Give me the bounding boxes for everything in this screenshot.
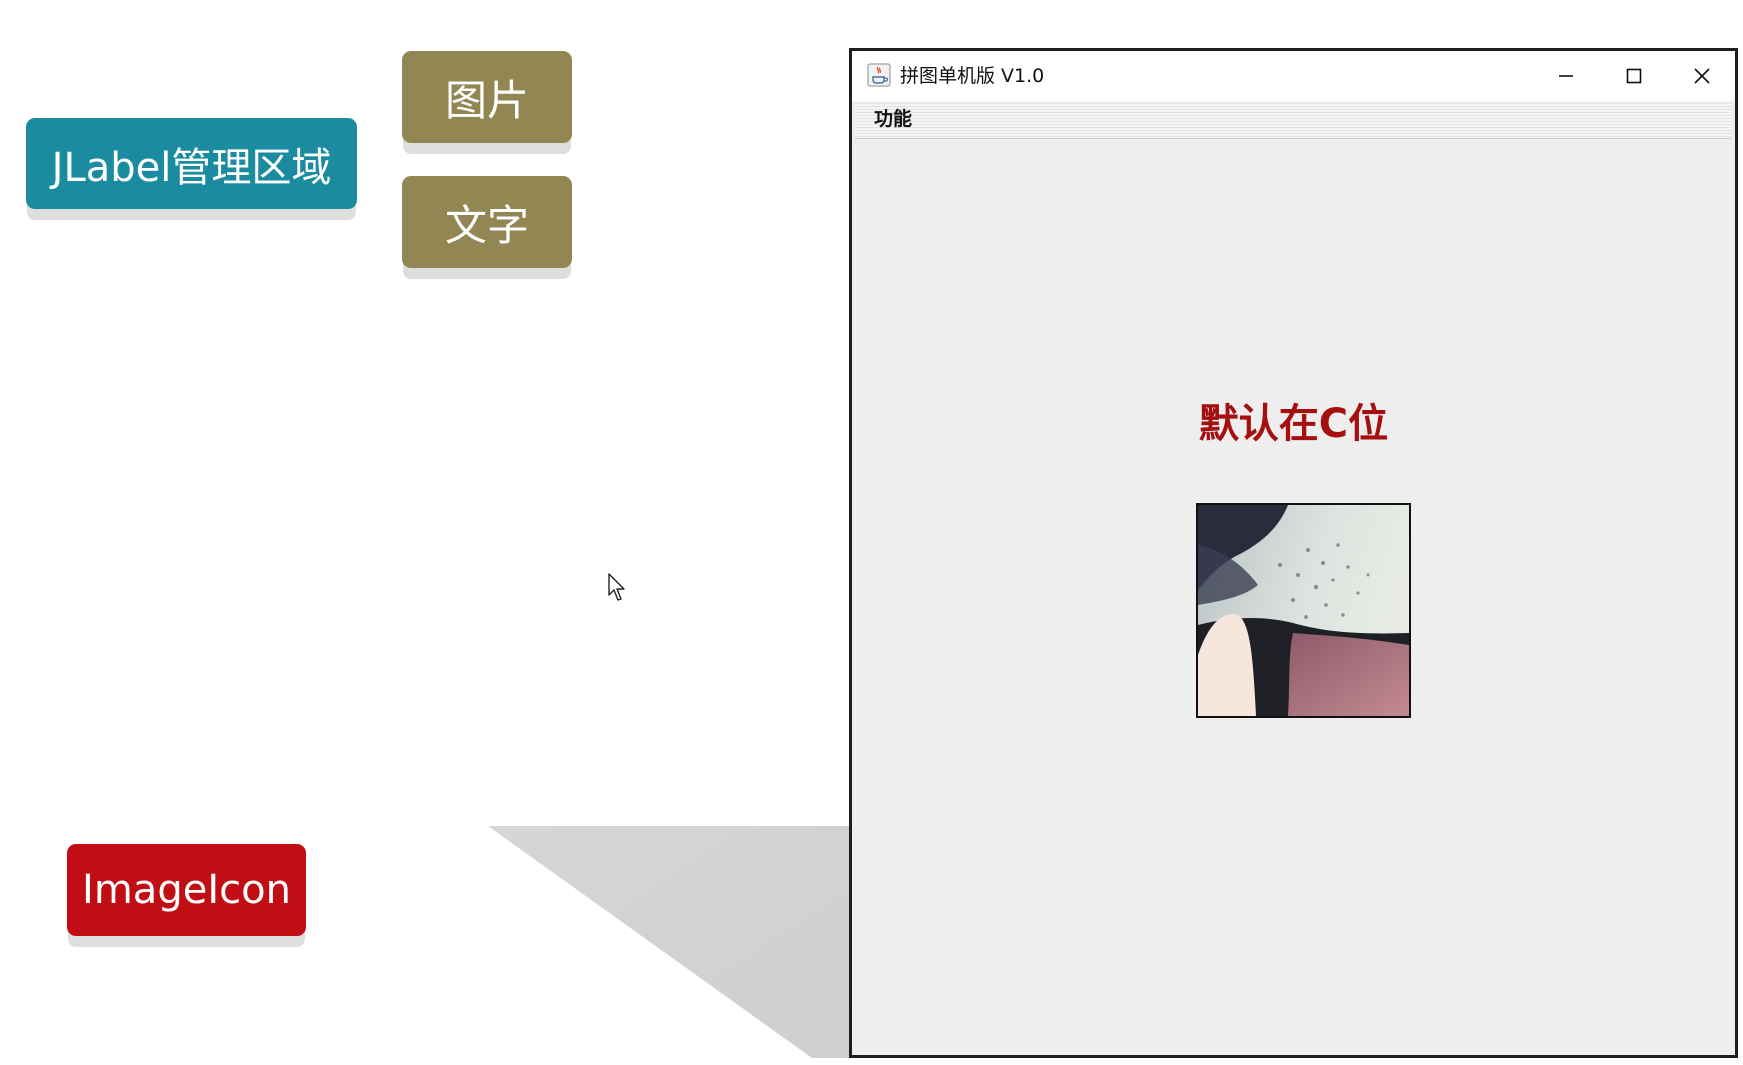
puzzle-image-label xyxy=(1196,503,1411,718)
picture-tag: 图片 xyxy=(402,51,572,143)
imageicon-tag: ImageIcon xyxy=(67,844,306,936)
content-pane: 默认在C位 xyxy=(855,139,1732,1052)
minimize-icon xyxy=(1559,75,1573,77)
center-text-label: 默认在C位 xyxy=(1198,401,1389,447)
jlabel-area-tag: JLabel管理区域 xyxy=(26,118,357,209)
java-cup-icon xyxy=(867,63,891,87)
menu-bar: 功能 xyxy=(855,101,1732,139)
picture-tag-label: 图片 xyxy=(444,75,529,125)
puzzle-app-window: 拼图单机版 V1.0 功能 默认在C位 xyxy=(849,48,1738,1058)
animal-photo xyxy=(1198,505,1409,716)
imageicon-tag-label: ImageIcon xyxy=(82,867,291,913)
close-icon xyxy=(1694,68,1710,84)
title-bar[interactable]: 拼图单机版 V1.0 xyxy=(852,51,1735,101)
minimize-button[interactable] xyxy=(1532,51,1600,101)
jlabel-area-tag-label: JLabel管理区域 xyxy=(51,144,332,191)
close-button[interactable] xyxy=(1668,51,1736,101)
text-tag-label: 文字 xyxy=(444,200,529,250)
text-tag: 文字 xyxy=(402,176,572,268)
window-title: 拼图单机版 V1.0 xyxy=(900,65,1045,87)
maximize-icon xyxy=(1626,68,1642,84)
maximize-button[interactable] xyxy=(1600,51,1668,101)
menu-function[interactable]: 功能 xyxy=(870,101,916,138)
mouse-pointer-icon xyxy=(608,573,625,601)
